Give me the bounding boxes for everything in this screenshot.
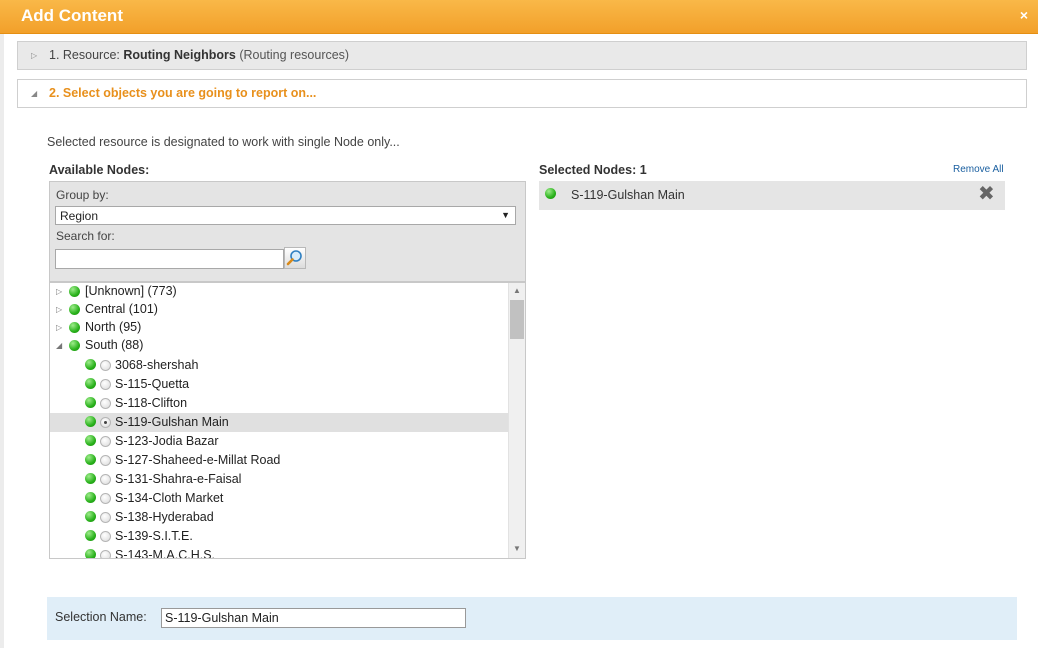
tree-group-label: [Unknown] (773) <box>85 284 177 298</box>
status-up-icon <box>85 473 96 484</box>
status-up-icon <box>69 322 80 333</box>
remove-all-link[interactable]: Remove All <box>953 164 1004 175</box>
tree-node-row[interactable]: S-119-Gulshan Main <box>50 413 508 432</box>
status-up-icon <box>85 416 96 427</box>
tree-node-row[interactable]: S-138-Hyderabad <box>50 508 508 527</box>
tree-group-label: North (95) <box>85 320 142 334</box>
node-radio[interactable] <box>100 512 111 523</box>
tree-node-label: S-131-Shahra-e-Faisal <box>115 472 242 486</box>
resource-name: Routing Neighbors <box>123 48 236 62</box>
selection-name-input[interactable] <box>161 608 466 628</box>
tree-node-row[interactable]: S-123-Jodia Bazar <box>50 432 508 451</box>
tree-node-label: S-138-Hyderabad <box>115 510 214 524</box>
scroll-down-arrow-icon[interactable]: ▼ <box>513 544 521 553</box>
tree-group-row[interactable]: ▷ Central (101) <box>50 301 508 319</box>
status-up-icon <box>85 454 96 465</box>
tree-node-label: S-127-Shaheed-e-Millat Road <box>115 453 281 467</box>
status-up-icon <box>85 435 96 446</box>
add-content-dialog: Add Content × ▷ 1. Resource: Routing Nei… <box>0 0 1038 648</box>
selection-name-label: Selection Name: <box>55 610 147 624</box>
close-icon[interactable]: × <box>1020 8 1028 22</box>
search-button[interactable] <box>284 247 306 269</box>
selection-name-panel: Selection Name: <box>47 597 1017 640</box>
status-up-icon <box>69 304 80 315</box>
status-up-icon <box>69 286 80 297</box>
collapse-arrow-icon[interactable]: ◢ <box>31 89 37 98</box>
status-up-icon <box>69 340 80 351</box>
node-radio[interactable] <box>100 436 111 447</box>
status-up-icon <box>545 188 556 199</box>
scroll-up-arrow-icon[interactable]: ▲ <box>513 286 521 295</box>
group-by-select[interactable]: Region ▼ <box>55 206 516 225</box>
selected-node-label: S-119-Gulshan Main <box>571 188 685 202</box>
dialog-left-border <box>0 34 4 648</box>
tree-node-label: S-143-M.A.C.H.S. <box>115 548 216 559</box>
node-radio[interactable] <box>100 360 111 371</box>
status-up-icon <box>85 549 96 558</box>
node-radio[interactable] <box>100 474 111 485</box>
tree-node-label: S-118-Clifton <box>115 396 188 410</box>
filter-panel: Group by: Region ▼ Search for: <box>49 181 526 282</box>
tree-node-row[interactable]: 3068-shershah <box>50 356 508 375</box>
expand-arrow-icon[interactable]: ▷ <box>31 51 37 60</box>
collapse-arrow-icon[interactable]: ◢ <box>56 341 62 350</box>
status-up-icon <box>85 492 96 503</box>
node-radio[interactable] <box>100 379 111 390</box>
tree-node-label: 3068-shershah <box>115 358 199 372</box>
search-label: Search for: <box>56 229 115 243</box>
tree-node-row[interactable]: S-127-Shaheed-e-Millat Road <box>50 451 508 470</box>
tree-group-row[interactable]: ▷ North (95) <box>50 319 508 337</box>
tree-node-label: S-139-S.I.T.E. <box>115 529 193 543</box>
expand-arrow-icon[interactable]: ▷ <box>56 323 62 332</box>
remove-node-icon[interactable]: ✖ <box>978 183 995 205</box>
status-up-icon <box>85 378 96 389</box>
step-resource-header[interactable]: ▷ 1. Resource: Routing Neighbors (Routin… <box>17 41 1027 70</box>
node-radio[interactable] <box>100 531 111 542</box>
status-up-icon <box>85 359 96 370</box>
tree-node-row[interactable]: S-139-S.I.T.E. <box>50 527 508 546</box>
resource-type: (Routing resources) <box>239 48 350 62</box>
node-radio[interactable] <box>100 398 111 409</box>
tree-group-label: Central (101) <box>85 302 158 316</box>
tree-group-row[interactable]: ▷ [Unknown] (773) <box>50 283 508 301</box>
expand-arrow-icon[interactable]: ▷ <box>56 287 62 296</box>
status-up-icon <box>85 511 96 522</box>
tree-scrollbar[interactable]: ▲ ▼ <box>508 283 525 558</box>
tree-node-row[interactable]: S-131-Shahra-e-Faisal <box>50 470 508 489</box>
dialog-title: Add Content <box>21 6 123 25</box>
tree-node-label: S-123-Jodia Bazar <box>115 434 219 448</box>
magnifier-icon <box>286 250 302 266</box>
step-select-objects-header[interactable]: ◢ 2. Select objects you are going to rep… <box>17 79 1027 108</box>
tree-node-row[interactable]: S-134-Cloth Market <box>50 489 508 508</box>
tree-node-label: S-134-Cloth Market <box>115 491 224 505</box>
status-up-icon <box>85 397 96 408</box>
info-text: Selected resource is designated to work … <box>47 135 400 149</box>
dialog-titlebar: Add Content × <box>0 0 1038 34</box>
selected-node-item: S-119-Gulshan Main ✖ <box>539 181 1005 210</box>
dropdown-arrow-icon: ▼ <box>501 210 510 220</box>
tree-node-row[interactable]: S-118-Clifton <box>50 394 508 413</box>
tree-group-row[interactable]: ◢ South (88) <box>50 337 508 355</box>
group-by-label: Group by: <box>56 188 109 202</box>
step-resource-title: 1. Resource: Routing Neighbors (Routing … <box>49 48 350 62</box>
step-select-objects-title: 2. Select objects you are going to repor… <box>49 86 317 100</box>
node-radio[interactable] <box>100 493 111 504</box>
expand-arrow-icon[interactable]: ▷ <box>56 305 62 314</box>
available-nodes-tree: ▷ [Unknown] (773) ▷ Central (101) ▷ North (95… <box>49 282 526 559</box>
scroll-thumb[interactable] <box>510 300 524 339</box>
selected-nodes-label: Selected Nodes: 1 <box>539 163 647 177</box>
node-radio[interactable] <box>100 550 111 558</box>
tree-node-row[interactable]: S-115-Quetta <box>50 375 508 394</box>
node-radio[interactable] <box>100 455 111 466</box>
node-radio[interactable] <box>100 417 111 428</box>
tree-node-row[interactable]: S-143-M.A.C.H.S. <box>50 546 508 559</box>
status-up-icon <box>85 530 96 541</box>
search-input[interactable] <box>55 249 284 269</box>
available-nodes-label: Available Nodes: <box>49 163 150 177</box>
tree-node-label: S-119-Gulshan Main <box>115 415 229 429</box>
tree-viewport: ▷ [Unknown] (773) ▷ Central (101) ▷ North (95… <box>50 283 508 559</box>
tree-group-label: South (88) <box>85 338 144 352</box>
group-by-value: Region <box>60 209 99 223</box>
tree-node-label: S-115-Quetta <box>115 377 190 391</box>
